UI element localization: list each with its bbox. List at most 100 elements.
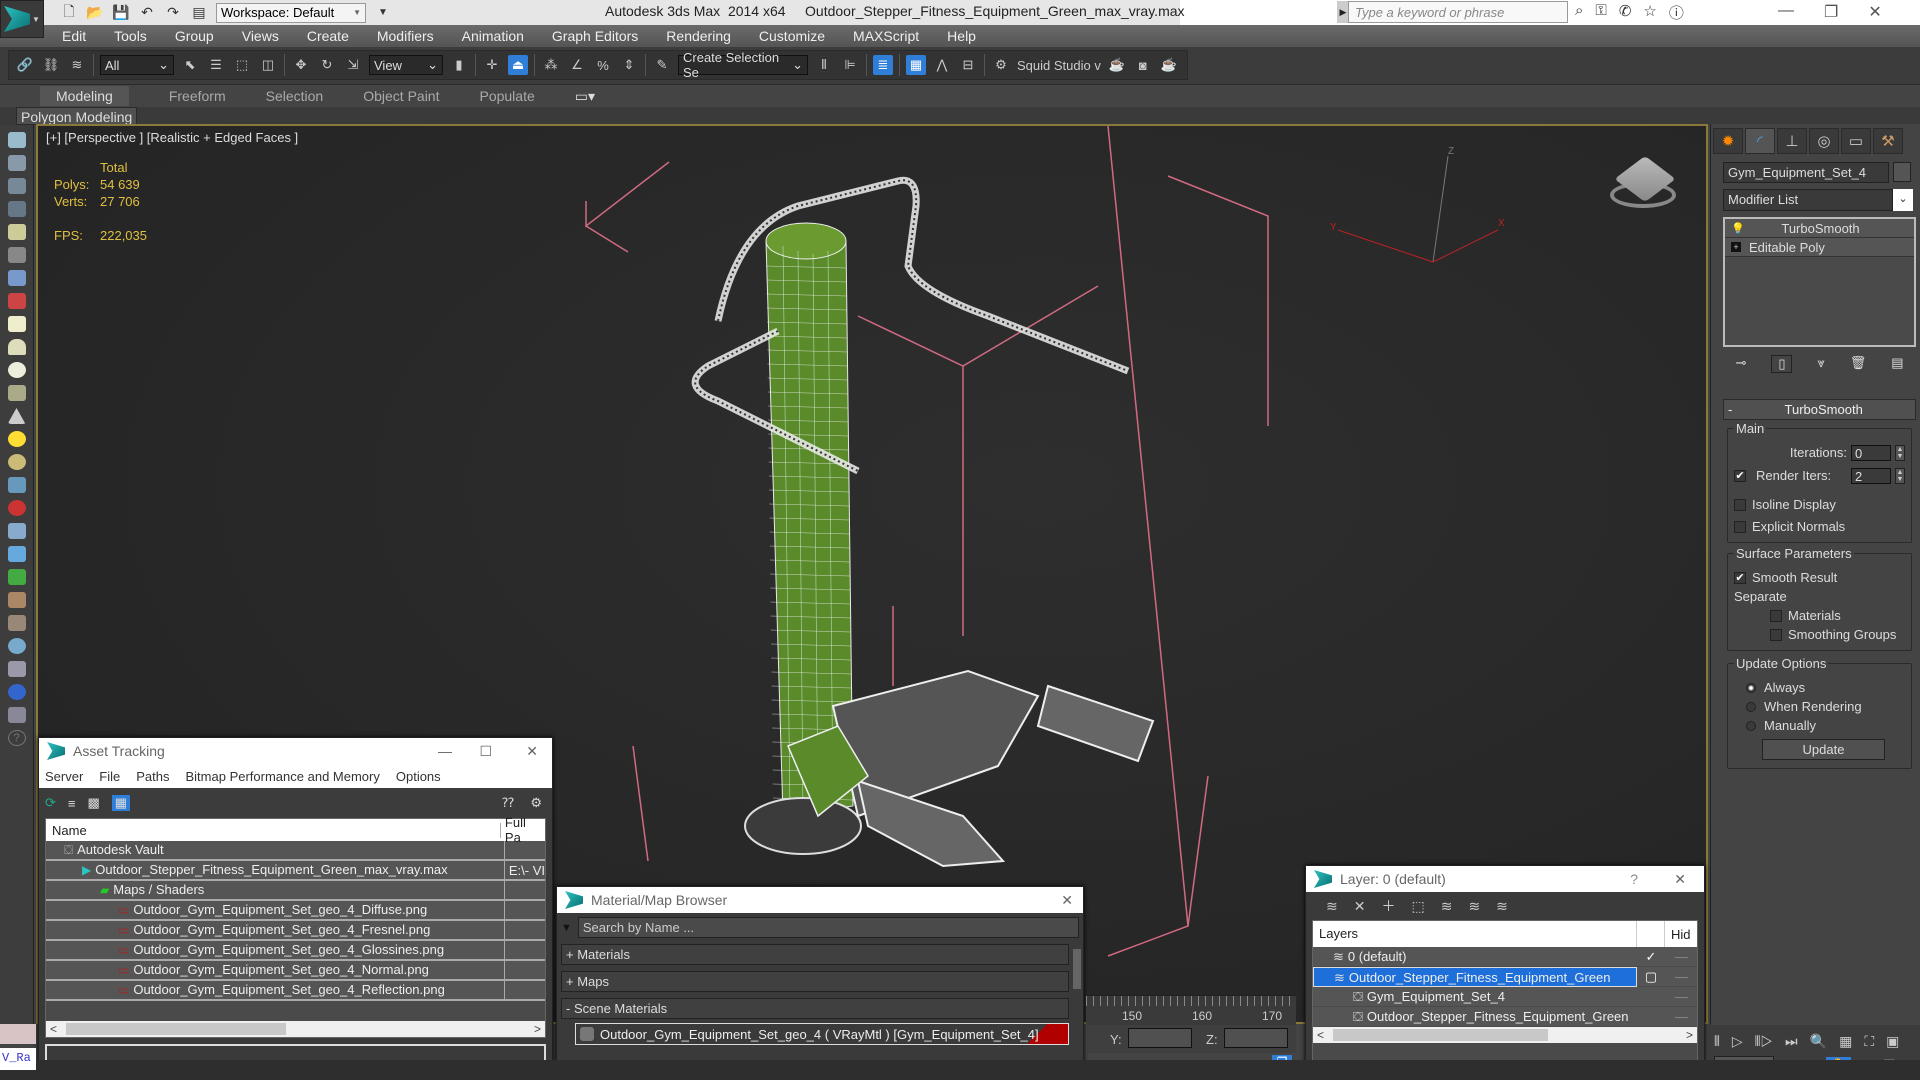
scene-explorer-icon[interactable]: ▦ xyxy=(906,55,926,75)
curve-editor-icon[interactable]: ⋀ xyxy=(932,55,952,75)
next-frame-icon[interactable]: ⫴▷ xyxy=(1755,1033,1773,1050)
ribbon-options-icon[interactable]: ▭▾ xyxy=(575,88,595,105)
spinner-snap-icon[interactable]: ⇕ xyxy=(619,55,639,75)
zoom-all-icon[interactable]: ▦ xyxy=(1839,1033,1852,1050)
menu-customize[interactable]: Customize xyxy=(759,28,825,44)
scrollbar-thumb[interactable] xyxy=(1333,1029,1548,1041)
column-full-path[interactable]: Full Pa xyxy=(501,815,545,845)
layer-row[interactable]: ⛋ Gym_Equipment_Set_4 — xyxy=(1313,987,1697,1007)
scale-icon[interactable]: ⇲ xyxy=(343,55,363,75)
menu-maxscript[interactable]: MAXScript xyxy=(853,28,919,44)
maximize-icon[interactable]: ☐ xyxy=(479,743,492,760)
workspace-dropdown[interactable]: Workspace: Default ▼ xyxy=(216,2,366,23)
close-icon[interactable]: ✕ xyxy=(1674,871,1686,888)
scene-material-item[interactable]: Outdoor_Gym_Equipment_Set_geo_4 ( VRayMt… xyxy=(575,1023,1069,1045)
subscription-icon[interactable]: ⚿ xyxy=(1595,2,1606,23)
infocenter-search-input[interactable]: Type a keyword or phrase xyxy=(1348,1,1568,23)
menu-server[interactable]: Server xyxy=(45,769,83,784)
maps-section[interactable]: + Maps xyxy=(561,971,1069,992)
scroll-left-icon[interactable]: < xyxy=(50,1022,57,1036)
teapot-icon[interactable] xyxy=(7,132,26,148)
select-by-name-icon[interactable]: ☰ xyxy=(206,55,226,75)
squid-studio-label[interactable]: Squid Studio v xyxy=(1017,58,1101,73)
zoom-extents-icon[interactable]: ⛶ xyxy=(1864,1033,1874,1050)
customize-qat-icon[interactable]: ▼ xyxy=(374,5,392,21)
plane-light-icon[interactable] xyxy=(7,316,26,332)
save-icon[interactable]: 💾 xyxy=(112,4,130,21)
dome-light-icon[interactable] xyxy=(7,339,26,355)
settings-icon[interactable] xyxy=(7,707,26,723)
zoom-icon[interactable]: 🔍 xyxy=(1810,1033,1827,1050)
menu-bitmap-performance[interactable]: Bitmap Performance and Memory xyxy=(186,769,380,784)
mirror-icon[interactable]: ⫴ xyxy=(814,55,834,75)
material-search-input[interactable]: Search by Name ... xyxy=(577,917,1079,938)
ribbon-tab-selection[interactable]: Selection xyxy=(266,88,324,104)
mesh-light-icon[interactable] xyxy=(7,385,26,401)
table-view-icon[interactable]: ▦ xyxy=(111,795,131,811)
y-coord-input[interactable] xyxy=(1128,1028,1192,1048)
window-crossing-icon[interactable]: ◫ xyxy=(258,55,278,75)
ribbon-tab-freeform[interactable]: Freeform xyxy=(169,88,226,104)
thumbnail-view-icon[interactable]: ▩ xyxy=(88,795,100,811)
delete-layer-icon[interactable]: ✕ xyxy=(1354,898,1366,915)
help-icon[interactable]: ⓘ xyxy=(1669,2,1684,23)
hide-toggle[interactable]: — xyxy=(1665,989,1688,1004)
freeze-unfreeze-all-icon[interactable]: ≋ xyxy=(1496,898,1508,915)
turbosmooth-rollout-header[interactable]: - TurboSmooth xyxy=(1723,399,1916,420)
smooth-result-checkbox[interactable]: ✔ xyxy=(1734,571,1746,584)
grass-icon[interactable] xyxy=(7,569,26,585)
menu-rendering[interactable]: Rendering xyxy=(666,28,731,44)
light-bulb-icon[interactable] xyxy=(7,224,26,240)
display-tab-icon[interactable]: ▭ xyxy=(1841,128,1871,154)
prev-frame-icon[interactable]: ⫴ xyxy=(1714,1033,1720,1050)
layer-explorer-icon[interactable]: ≣ xyxy=(873,55,893,75)
bind-space-warp-icon[interactable]: ≋ xyxy=(67,55,87,75)
select-object-icon[interactable]: ⬉ xyxy=(180,55,200,75)
object-color-swatch[interactable] xyxy=(1893,162,1911,182)
menu-group[interactable]: Group xyxy=(175,28,214,44)
snaps-toggle-icon[interactable]: ⁂ xyxy=(541,55,561,75)
layer-row[interactable]: ≋ 0 (default) ✓ — xyxy=(1313,947,1697,967)
hide-toggle[interactable]: — xyxy=(1665,969,1688,984)
scene-materials-section[interactable]: - Scene Materials xyxy=(561,998,1069,1019)
align-icon[interactable]: ⊫ xyxy=(840,55,860,75)
unlink-icon[interactable]: ⛓ xyxy=(41,55,61,75)
refresh-icon[interactable]: ⟳ xyxy=(45,795,56,811)
menu-animation[interactable]: Animation xyxy=(462,28,524,44)
column-layers[interactable]: Layers xyxy=(1313,921,1637,947)
project-folder-icon[interactable]: ▤ xyxy=(190,4,208,21)
timeline-ruler[interactable]: 150 160 170 xyxy=(1086,995,1296,1025)
scroll-right-icon[interactable]: > xyxy=(534,1022,541,1036)
favorites-star-icon[interactable]: ☆ xyxy=(1643,2,1656,23)
smoothing-groups-checkbox[interactable] xyxy=(1770,628,1782,641)
spinner-arrows-icon[interactable]: ▲ ▼ xyxy=(1895,444,1905,461)
render-production-icon[interactable]: ☕ xyxy=(1159,55,1179,75)
configure-modifier-sets-icon[interactable]: ▤ xyxy=(1891,355,1903,373)
hide-toggle[interactable]: — xyxy=(1665,949,1688,964)
sun-icon[interactable] xyxy=(7,431,26,447)
layer-horizontal-scrollbar[interactable]: < > xyxy=(1313,1027,1697,1043)
particle-icon[interactable] xyxy=(7,546,26,562)
viewcube[interactable] xyxy=(1608,154,1678,214)
vault-settings-icon[interactable]: ⚙ xyxy=(530,795,542,811)
menu-modifiers[interactable]: Modifiers xyxy=(377,28,434,44)
asset-row[interactable]: ⛋ Autodesk Vault xyxy=(46,841,545,861)
binoculars-icon[interactable]: ⌕ xyxy=(1575,2,1583,23)
edit-named-selection-icon[interactable]: ✎ xyxy=(652,55,672,75)
camera-icon[interactable] xyxy=(7,247,26,263)
isoline-display-checkbox[interactable] xyxy=(1734,498,1746,511)
app-menu-button[interactable]: ▼ xyxy=(0,0,44,38)
play-icon[interactable]: ▷ xyxy=(1732,1033,1743,1050)
sphere-light-icon[interactable] xyxy=(7,362,26,378)
rendered-frame-window-icon[interactable]: ◙ xyxy=(1133,55,1153,75)
menu-edit[interactable]: Edit xyxy=(62,28,86,44)
render-iters-spinner[interactable]: 2 xyxy=(1851,467,1891,484)
polygon-modeling-tab[interactable]: Polygon Modeling xyxy=(16,107,138,125)
make-current-icon[interactable]: ▢ xyxy=(1637,969,1665,985)
layer-dialog-titlebar[interactable]: Layer: 0 (default) ? ✕ xyxy=(1306,866,1704,892)
maxscript-listener-pink[interactable] xyxy=(0,1024,36,1044)
region-render-icon[interactable] xyxy=(7,684,26,700)
angle-snap-icon[interactable]: ∠ xyxy=(567,55,587,75)
grid-icon[interactable] xyxy=(7,201,26,217)
asset-row[interactable]: ▶ Outdoor_Stepper_Fitness_Equipment_Green… xyxy=(46,861,545,881)
